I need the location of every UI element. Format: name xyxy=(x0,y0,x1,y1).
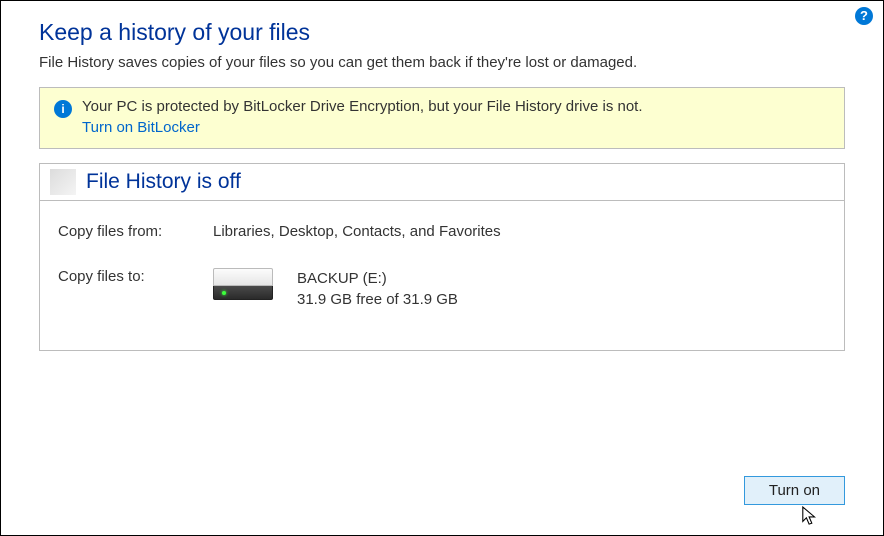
bitlocker-notice: i Your PC is protected by BitLocker Driv… xyxy=(39,87,845,149)
drive-name: BACKUP (E:) xyxy=(297,268,458,289)
copy-from-value: Libraries, Desktop, Contacts, and Favori… xyxy=(213,223,501,240)
turn-on-button[interactable]: Turn on xyxy=(744,476,845,505)
status-icon xyxy=(50,169,76,195)
drive-space: 31.9 GB free of 31.9 GB xyxy=(297,289,458,310)
copy-from-label: Copy files from: xyxy=(58,223,213,240)
status-title: File History is off xyxy=(86,170,241,194)
panel-header: File History is off xyxy=(40,164,844,201)
file-history-panel: File History is off Copy files from: Lib… xyxy=(39,163,845,351)
page-title: Keep a history of your files xyxy=(39,19,845,46)
page-subtitle: File History saves copies of your files … xyxy=(39,54,845,71)
turn-on-bitlocker-link[interactable]: Turn on BitLocker xyxy=(82,119,643,136)
info-icon: i xyxy=(54,100,72,118)
help-icon[interactable]: ? xyxy=(855,7,873,25)
notice-message: Your PC is protected by BitLocker Drive … xyxy=(82,98,643,115)
cursor-icon xyxy=(801,505,819,527)
copy-to-label: Copy files to: xyxy=(58,268,213,310)
drive-icon xyxy=(213,268,275,302)
